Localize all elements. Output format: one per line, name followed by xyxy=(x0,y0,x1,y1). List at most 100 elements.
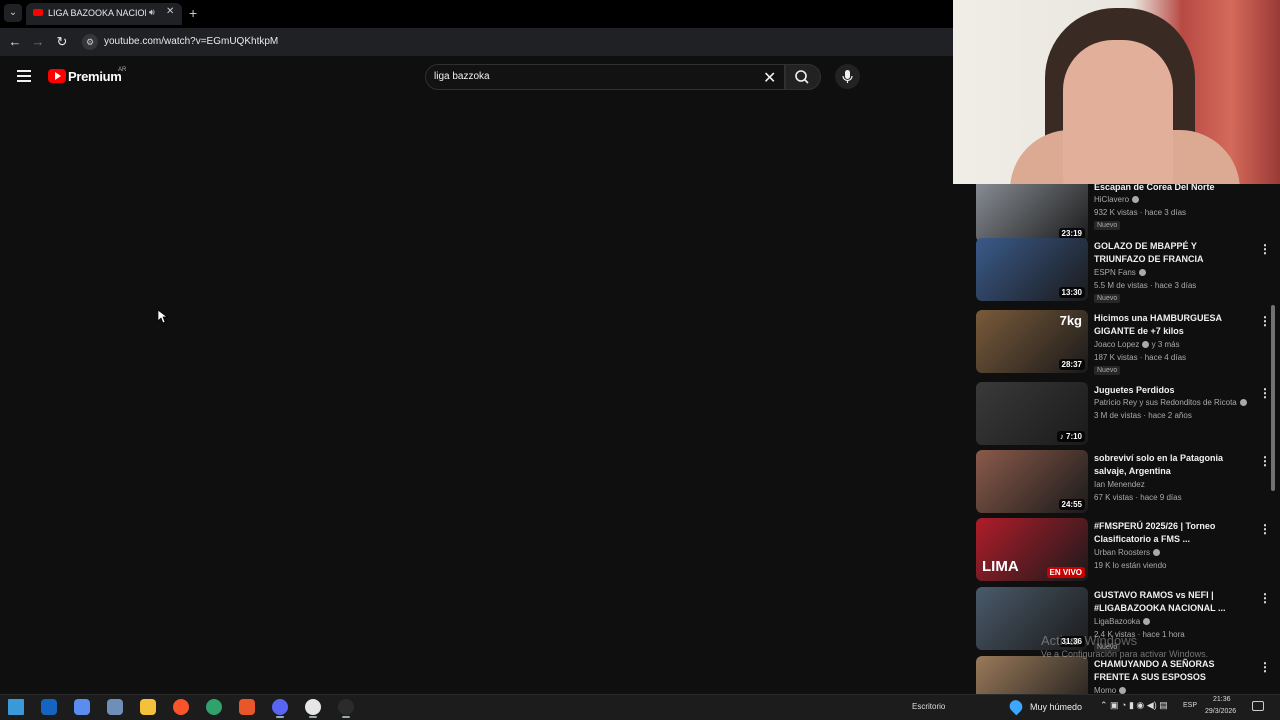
running-indicator xyxy=(342,716,350,718)
notifications-icon[interactable] xyxy=(1252,701,1264,711)
recommendation-item[interactable]: 24:55 sobreviví solo en la Patagonia salv… xyxy=(976,450,1271,516)
chrome-icon[interactable] xyxy=(305,699,321,715)
windows-activation-title: Activar Windows xyxy=(1041,633,1138,648)
verified-icon xyxy=(1132,196,1140,204)
channel-name[interactable]: LigaBazooka xyxy=(1094,617,1151,626)
video-title[interactable]: GOLAZO DE MBAPPÉ Y TRIUNFAZO DE FRANCIA … xyxy=(1094,240,1229,266)
more-options-icon[interactable]: ⋮ xyxy=(1259,386,1271,400)
video-duration: ♪ 7:10 xyxy=(1056,431,1085,442)
video-duration: 28:37 xyxy=(1058,359,1085,370)
clear-search-icon[interactable]: ✕ xyxy=(763,68,776,88)
verified-icon xyxy=(1138,269,1146,277)
video-meta: 19 K lo están viendo xyxy=(1094,561,1167,570)
more-options-icon[interactable]: ⋮ xyxy=(1259,660,1271,674)
video-thumbnail[interactable]: LIMA EN VIVO xyxy=(976,518,1088,581)
hamburger-menu-icon[interactable] xyxy=(17,70,31,85)
video-meta: 5.5 M de vistas · hace 3 días xyxy=(1094,281,1197,290)
microphone-icon xyxy=(842,70,853,83)
more-options-icon[interactable]: ⋮ xyxy=(1259,242,1271,256)
video-title[interactable]: sobreviví solo en la Patagonia salvaje, … xyxy=(1094,452,1229,478)
video-thumbnail[interactable] xyxy=(976,656,1088,694)
edge-icon[interactable] xyxy=(206,699,222,715)
verified-icon xyxy=(1119,687,1127,694)
search-icon xyxy=(795,70,809,84)
tab-title: LIGA BAZOOKA NACIONAL xyxy=(48,8,146,18)
verified-icon xyxy=(1239,399,1247,407)
language-indicator[interactable]: ESP xyxy=(1183,702,1197,709)
video-meta: 3 M de vistas · hace 2 años xyxy=(1094,411,1192,420)
more-options-icon[interactable]: ⋮ xyxy=(1259,522,1271,536)
live-badge: EN VIVO xyxy=(1046,567,1085,578)
youtube-brand[interactable]: Premium xyxy=(68,69,122,84)
new-tab-icon[interactable]: + xyxy=(189,5,197,21)
video-meta: 932 K vistas · hace 3 días xyxy=(1094,208,1187,217)
video-thumbnail[interactable]: ♪ 7:10 xyxy=(976,382,1088,445)
weather-text[interactable]: Muy húmedo xyxy=(1030,702,1082,712)
obs-icon[interactable] xyxy=(338,699,354,715)
verified-icon xyxy=(1153,549,1161,557)
discord-icon[interactable] xyxy=(272,699,288,715)
video-thumbnail[interactable]: 13:30 xyxy=(976,238,1088,301)
verified-icon xyxy=(1143,618,1151,626)
recommendations-sidebar: 23:19 Escapan de Corea Del Norte HiClavero… xyxy=(953,184,1280,694)
recommendation-item[interactable]: LIMA EN VIVO #FMSPERÚ 2025/26 | Torneo Cla… xyxy=(976,518,1271,584)
search-query[interactable]: liga bazzoka xyxy=(434,71,490,82)
webcam-person-face xyxy=(1063,40,1173,190)
tab-search-icon[interactable]: ⌄ xyxy=(4,4,22,22)
clock-date[interactable]: 29/3/2026 xyxy=(1205,708,1236,715)
back-icon[interactable]: ← xyxy=(7,34,23,50)
video-title[interactable]: GUSTAVO RAMOS vs NEFI | #LIGABAZOOKA NAC… xyxy=(1094,589,1229,615)
video-thumbnail[interactable]: 23:19 xyxy=(976,184,1088,242)
more-options-icon[interactable]: ⋮ xyxy=(1259,314,1271,328)
channel-name[interactable]: HiClavero xyxy=(1094,195,1140,204)
taskbar xyxy=(0,694,1280,720)
video-meta: 187 K vistas · hace 4 días xyxy=(1094,353,1187,362)
video-thumbnail[interactable]: 7kg 28:37 xyxy=(976,310,1088,373)
scrollbar-thumb[interactable] xyxy=(1271,305,1275,491)
windows-activation-text: Ve a Configuración para activar Windows. xyxy=(1041,649,1209,659)
site-info-icon[interactable]: ⚙ xyxy=(82,34,98,50)
video-title[interactable]: Juguetes Perdidos xyxy=(1094,384,1229,397)
video-title[interactable]: Escapan de Corea Del Norte xyxy=(1094,184,1229,194)
running-indicator xyxy=(276,716,284,718)
desktop-label[interactable]: Escritorio xyxy=(912,702,945,711)
search-button[interactable] xyxy=(785,64,821,90)
video-title[interactable]: Hicimos una HAMBURGUESA GIGANTE de +7 ki… xyxy=(1094,312,1229,338)
channel-name[interactable]: Joaco Lopez y 3 más xyxy=(1094,340,1180,349)
office-icon[interactable] xyxy=(239,699,255,715)
video-title[interactable]: #FMSPERÚ 2025/26 | Torneo Clasificatorio… xyxy=(1094,520,1229,546)
channel-name[interactable]: Urban Roosters xyxy=(1094,548,1161,557)
more-options-icon[interactable]: ⋮ xyxy=(1259,454,1271,468)
channel-name[interactable]: Ian Menendez xyxy=(1094,480,1145,489)
explorer-icon[interactable] xyxy=(140,699,156,715)
video-title[interactable]: CHAMUYANDO A SEÑORAS FRENTE A SUS ESPOSO… xyxy=(1094,658,1229,684)
url-field[interactable]: youtube.com/watch?v=EGmUQKhtkpM xyxy=(104,36,278,47)
brave-icon[interactable] xyxy=(173,699,189,715)
copilot-icon[interactable] xyxy=(74,699,90,715)
channel-name[interactable]: ESPN Fans xyxy=(1094,268,1146,277)
recommendation-item[interactable]: ♪ 7:10 Juguetes Perdidos Patricio Rey y su… xyxy=(976,382,1271,448)
recommendation-item[interactable]: 23:19 Escapan de Corea Del Norte HiClavero… xyxy=(976,184,1266,245)
recommendation-item[interactable]: 7kg 28:37 Hicimos una HAMBURGUESA GIGANTE … xyxy=(976,310,1271,376)
channel-name[interactable]: Momo xyxy=(1094,686,1127,694)
voice-search-button[interactable] xyxy=(835,64,860,89)
recommendation-item[interactable]: 13:30 GOLAZO DE MBAPPÉ Y TRIUNFAZO DE FRA… xyxy=(976,238,1271,304)
files-icon[interactable] xyxy=(107,699,123,715)
recommendation-item[interactable]: CHAMUYANDO A SEÑORAS FRENTE A SUS ESPOSO… xyxy=(976,656,1271,694)
channel-name[interactable]: Patricio Rey y sus Redonditos de Ricota xyxy=(1094,398,1247,407)
forward-icon[interactable]: → xyxy=(30,34,46,50)
outlook-icon[interactable] xyxy=(41,699,57,715)
clock-time[interactable]: 21:36 xyxy=(1213,696,1231,703)
tab-audio-icon[interactable]: 🔊︎ xyxy=(149,7,155,18)
video-duration: 24:55 xyxy=(1058,499,1085,510)
tab-close-icon[interactable]: ✕ xyxy=(166,6,174,17)
running-indicator xyxy=(309,716,317,718)
video-thumbnail[interactable]: 24:55 xyxy=(976,450,1088,513)
windows-start-icon[interactable] xyxy=(8,699,24,715)
new-badge: Nuevo xyxy=(1094,366,1121,375)
thumbnail-label: LIMA xyxy=(982,558,1019,575)
system-tray-icons[interactable]: ⌃ ▣ ◔ ▮ ◉ ◀) ▤ xyxy=(1100,700,1168,711)
more-options-icon[interactable]: ⋮ xyxy=(1259,591,1271,605)
youtube-logo-icon[interactable] xyxy=(48,69,66,83)
reload-icon[interactable]: ↻ xyxy=(54,34,70,50)
